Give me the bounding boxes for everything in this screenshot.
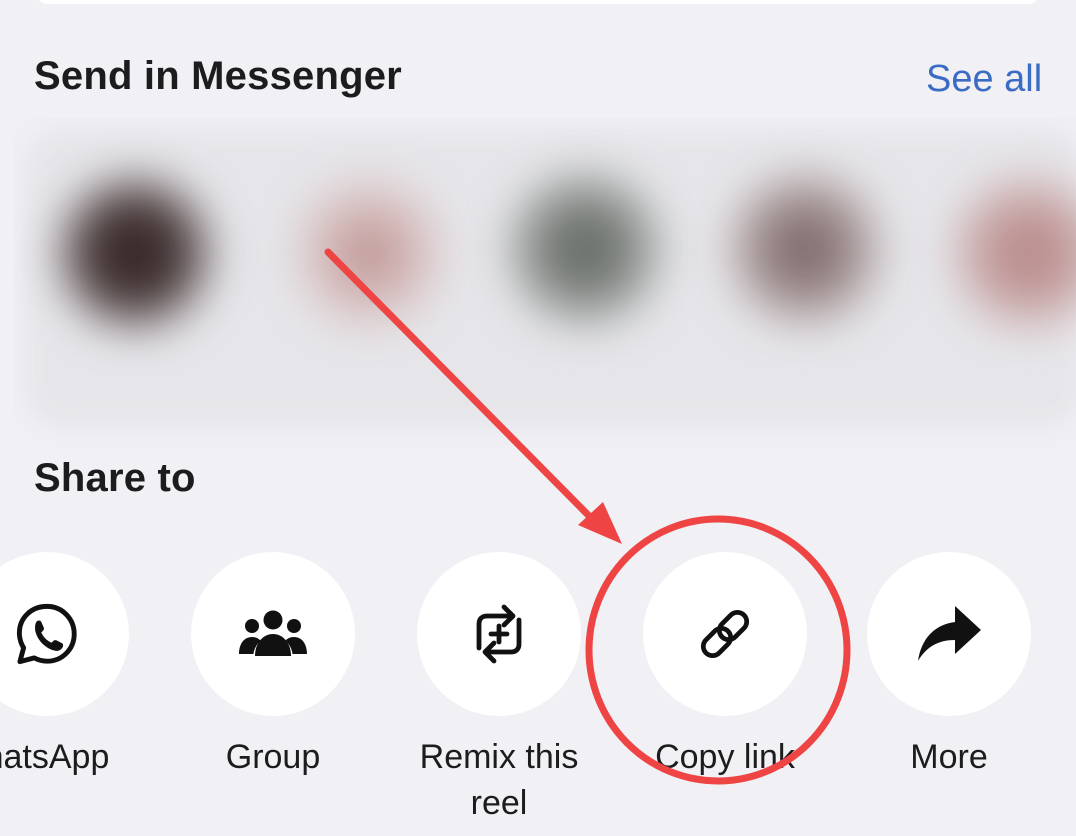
share-more-label: More: [910, 738, 988, 776]
share-group-label: Group: [225, 738, 321, 776]
share-remix-label: Remix this reel: [419, 738, 579, 822]
share-copy-link-button[interactable]: Copy link: [642, 552, 808, 780]
link-icon: [700, 609, 750, 659]
share-to-title: Share to: [34, 456, 196, 500]
share-more-circle[interactable]: [867, 552, 1031, 716]
share-arrow-icon: [918, 606, 981, 661]
messenger-contacts-blurred: [14, 118, 1076, 450]
share-remix-circle[interactable]: [417, 552, 581, 716]
remix-icon: [476, 604, 522, 664]
annotation-arrowhead: [578, 502, 622, 544]
share-remix-button[interactable]: Remix this reel: [416, 552, 582, 826]
share-copy-link-circle[interactable]: [643, 552, 807, 716]
share-whatsapp-circle[interactable]: [0, 552, 129, 716]
share-group-button[interactable]: Group: [190, 552, 356, 780]
send-in-messenger-title: Send in Messenger: [34, 54, 402, 98]
contact-avatar[interactable]: [60, 178, 210, 328]
previous-card: [36, 0, 1040, 4]
see-all-link[interactable]: See all: [926, 58, 1042, 101]
whatsapp-icon: [16, 603, 77, 665]
contact-avatar[interactable]: [510, 174, 660, 324]
share-more-button[interactable]: More: [866, 552, 1032, 780]
share-group-circle[interactable]: [191, 552, 355, 716]
share-whatsapp-button[interactable]: hatsApp: [0, 552, 130, 780]
share-whatsapp-label: hatsApp: [0, 738, 110, 776]
contact-avatar[interactable]: [294, 178, 444, 328]
group-icon: [239, 610, 307, 656]
share-copy-link-label: Copy link: [655, 738, 795, 776]
contact-avatar[interactable]: [730, 174, 880, 324]
